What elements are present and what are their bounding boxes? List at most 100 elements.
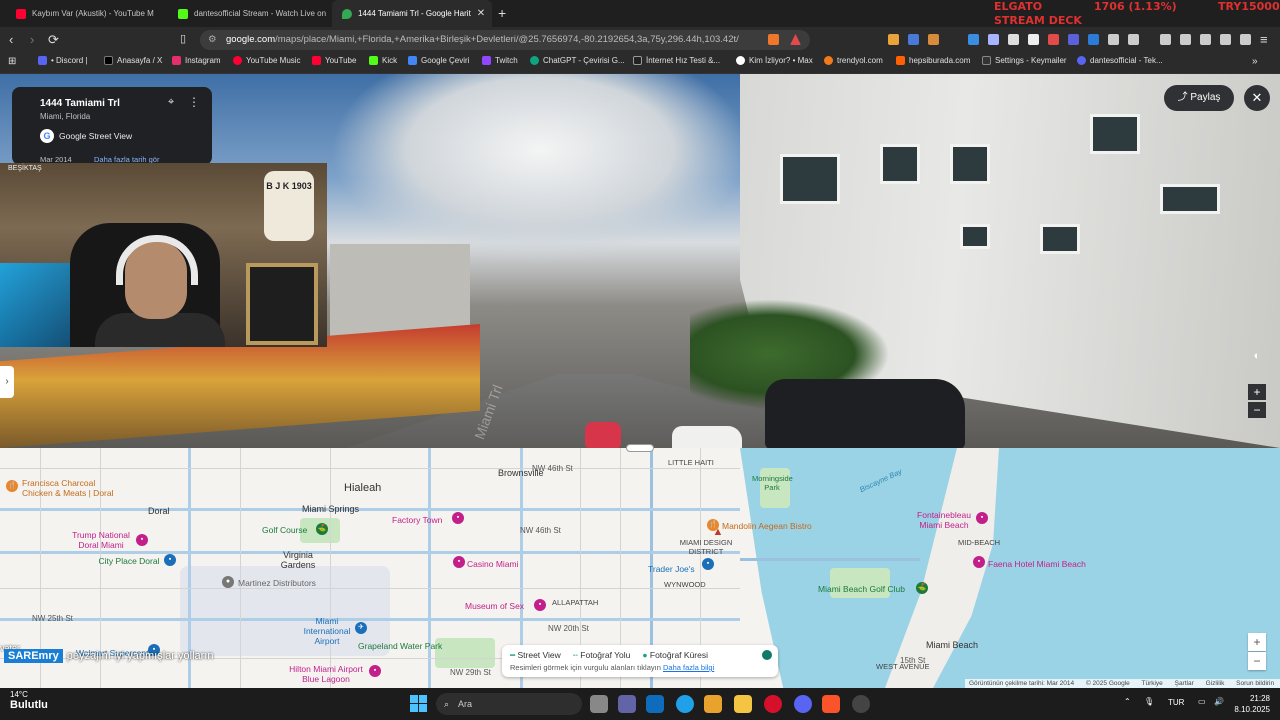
layer-toggle[interactable] [762,650,772,660]
network-icon[interactable]: ▭ [1198,697,1206,706]
extension-icon[interactable] [988,34,999,45]
task-view-icon[interactable] [590,695,608,713]
hotel-icon[interactable]: ▪ [136,534,148,546]
bookmark-kick[interactable]: Kick [369,56,397,65]
poi-city-place-doral[interactable]: City Place Doral [96,556,162,566]
leo-ai-icon[interactable] [1220,34,1231,45]
outlook-icon[interactable] [646,695,664,713]
grocery-icon[interactable]: ▪ [702,558,714,570]
brave-shield-icon[interactable] [768,34,779,45]
poi-hilton-airport[interactable]: Hilton Miami Airport Blue Lagoon [284,664,368,684]
bookmark-icon[interactable]: ▯ [180,32,186,45]
bookmark-youtube[interactable]: YouTube [312,56,356,65]
sidebar-icon[interactable] [1180,34,1191,45]
business-icon[interactable]: ● [222,576,234,588]
vpn-icon[interactable] [1240,34,1251,45]
restaurant-icon[interactable]: 🍴 [6,480,18,492]
teams-icon[interactable] [618,695,636,713]
tray-expand-icon[interactable]: ⌃ [1124,697,1131,706]
more-bookmarks-icon[interactable]: » [1252,56,1258,67]
poi-golf-course[interactable]: Golf Course [262,525,307,535]
bookmark-instagram[interactable]: Instagram [172,56,221,65]
poi-casino-miami[interactable]: Casino Miami [467,559,519,569]
weather-widget[interactable]: 14°C Bulutlu [10,690,48,711]
poi-francisca-charcoal[interactable]: Francisca Charcoal Chicken & Meats | Dor… [22,478,126,498]
clock[interactable]: 21:28 8.10.2025 [1224,693,1270,715]
street-view-zoom-in-button[interactable]: + [1248,384,1266,400]
obs-icon[interactable] [852,695,870,713]
poi-grapeland-water-park[interactable]: Grapeland Water Park [358,641,442,651]
poi-miami-airport[interactable]: Miami International Airport [298,616,356,646]
bookmark-dantesofficial[interactable]: dantesofficial - Tek... [1077,56,1163,65]
airport-icon[interactable]: ✈ [355,622,367,634]
location-pin-icon[interactable]: ⌖ [168,96,174,109]
tab-youtube[interactable]: Kaybım Var (Akustik) - YouTube M [6,0,166,27]
volume-icon[interactable]: 🔊 [1214,697,1224,706]
close-tab-icon[interactable]: ✕ [477,8,485,19]
apps-grid-icon[interactable]: ⊞ [8,56,16,67]
music-icon[interactable] [1160,34,1171,45]
bookmark-max[interactable]: Kim İzliyor? • Max [736,56,813,65]
opera-icon[interactable] [764,695,782,713]
more-info-link[interactable]: Daha fazla bilgi [663,663,714,672]
hotel-icon[interactable]: ▪ [973,556,985,568]
extension-icon[interactable] [1048,34,1059,45]
poi-faena-hotel[interactable]: Faena Hotel Miami Beach [988,559,1086,569]
poi-trader-joes[interactable]: Trader Joe's [648,564,695,574]
shopping-icon[interactable]: ▪ [164,554,176,566]
extension-icon[interactable] [1088,34,1099,45]
street-view-zoom-out-button[interactable]: − [1248,402,1266,418]
compass-icon[interactable]: ◐ [1244,350,1270,366]
bookmark-youtube-music[interactable]: YouTube Music [233,56,301,65]
site-settings-icon[interactable]: ⚙ [208,30,217,50]
extension-icon[interactable] [968,34,979,45]
new-tab-button[interactable]: + [498,5,506,21]
extension-icon[interactable] [888,34,899,45]
bookmark-hepsiburada[interactable]: hepsiburada.com [896,56,970,65]
extension-icon[interactable] [928,34,939,45]
privacy-link[interactable]: Gizlilik [1206,680,1225,687]
poi-fontainebleau[interactable]: Fontainebleau Miami Beach [912,510,976,530]
bookmark-google-translate[interactable]: Google Çeviri [408,56,469,65]
region-link[interactable]: Türkiye [1141,680,1162,687]
bookmark-twitch[interactable]: Twitch [482,56,518,65]
poi-mandolin-bistro[interactable]: Mandolin Aegean Bistro [722,521,812,531]
share-button[interactable]: ⤴ Paylaş [1164,85,1234,111]
edge-icon[interactable] [676,695,694,713]
poi-martinez-distributors[interactable]: Martinez Distributors [238,578,316,588]
copilot-icon[interactable] [704,695,722,713]
poi-trump-doral[interactable]: Trump National Doral Miami [68,530,134,550]
terms-link[interactable]: Şartlar [1175,680,1194,687]
panel-resize-handle[interactable] [626,444,654,452]
expand-panel-button[interactable]: › [0,366,14,398]
extension-icon[interactable] [1068,34,1079,45]
bookmark-trendyol[interactable]: trendyol.com [824,56,883,65]
extension-icon[interactable] [1008,34,1019,45]
museum-icon[interactable]: ▪ [534,599,546,611]
bookmark-discord[interactable]: • Discord | [38,56,87,65]
address-bar[interactable]: ⚙ google.com/maps/place/Miami,+Florida,+… [200,30,810,50]
extension-icon[interactable] [1028,34,1039,45]
venue-icon[interactable]: ▪ [452,512,464,524]
map-zoom-out-button[interactable]: − [1248,652,1266,670]
reload-icon[interactable]: ⟳ [48,32,59,48]
poi-morningside-park[interactable]: Morningside Park [752,474,793,492]
golf-icon[interactable]: ⛳ [916,582,928,594]
hotel-icon[interactable]: ▪ [369,665,381,677]
bookmark-x[interactable]: Anasayfa / X [104,56,162,65]
hotel-icon[interactable]: ▪ [976,512,988,524]
casino-icon[interactable]: ▪ [453,556,465,568]
mic-icon[interactable]: 🎙 [1144,697,1154,706]
back-icon[interactable]: ‹ [9,32,13,47]
map-zoom-in-button[interactable]: + [1248,633,1266,651]
menu-icon[interactable]: ≡ [1260,32,1268,47]
more-options-icon[interactable]: ⋮ [188,95,200,109]
discord-icon[interactable] [794,695,812,713]
translate-icon[interactable] [908,34,919,45]
windows-start-icon[interactable] [410,695,428,713]
forward-icon[interactable]: › [30,32,34,47]
poi-factory-town[interactable]: Factory Town [392,515,442,525]
tab-google-maps[interactable]: 1444 Tamiami Trl - Google Harit ✕ [332,0,492,27]
wallet-icon[interactable] [1200,34,1211,45]
extensions-puzzle-icon[interactable] [1108,34,1119,45]
